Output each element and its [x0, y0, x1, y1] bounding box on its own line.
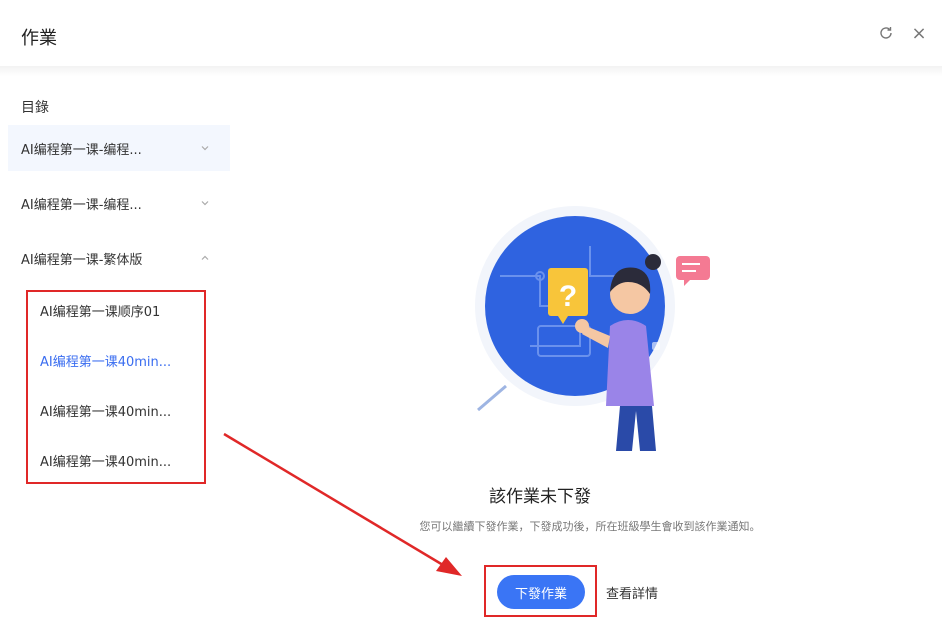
svg-text:?: ? [559, 280, 577, 313]
empty-state-illustration: ? [475, 206, 710, 451]
empty-state-title: 該作業未下發 [489, 487, 591, 507]
empty-state-description: 您可以繼續下發作業，下發成功後，所在班級學生會收到該作業通知。 [419, 520, 761, 533]
view-details-button[interactable]: 查看詳情 [606, 583, 658, 602]
issue-assignment-button[interactable]: 下發作業 [497, 575, 585, 609]
